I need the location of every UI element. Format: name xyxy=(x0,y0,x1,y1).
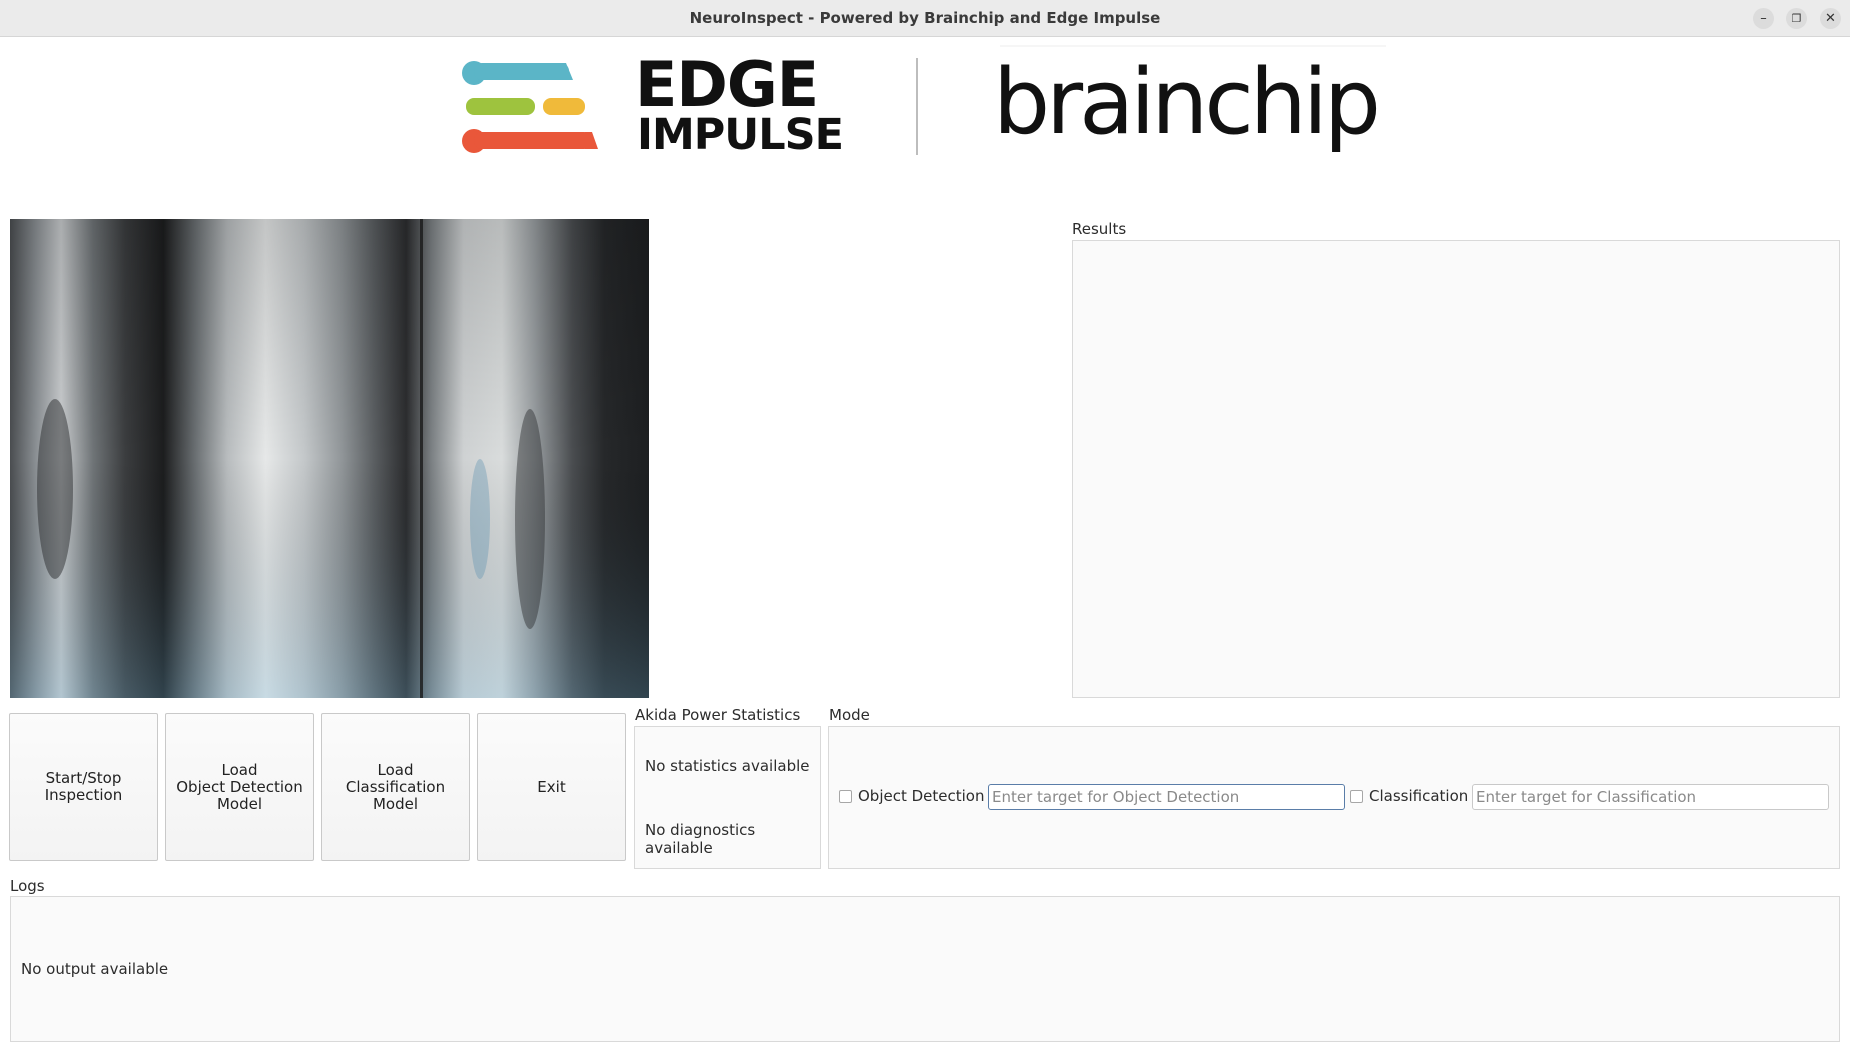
power-statistics-label: Akida Power Statistics xyxy=(635,706,801,724)
object-detection-checkbox[interactable] xyxy=(839,790,852,803)
statistics-text: No statistics available xyxy=(645,757,810,775)
minimize-icon[interactable]: – xyxy=(1753,8,1774,29)
logs-output-text: No output available xyxy=(21,960,169,978)
edge-impulse-logo-icon xyxy=(462,45,1386,155)
logs-label: Logs xyxy=(10,877,45,895)
logo-banner: EDGE IMPULSE brainchip xyxy=(0,38,1850,188)
load-object-detection-model-button[interactable]: Load Object Detection Model xyxy=(165,713,314,861)
camera-feed xyxy=(10,219,649,698)
edge-impulse-wordmark-line2: IMPULSE xyxy=(637,110,844,160)
close-icon[interactable]: ✕ xyxy=(1820,8,1841,29)
classification-label: Classification xyxy=(1369,787,1469,805)
object-detection-label: Object Detection xyxy=(858,787,985,805)
logs-panel: No output available xyxy=(10,896,1840,1042)
restore-icon[interactable]: ❐ xyxy=(1786,8,1807,29)
start-stop-inspection-button[interactable]: Start/Stop Inspection xyxy=(9,713,158,861)
exit-button[interactable]: Exit xyxy=(477,713,626,861)
title-bar: NeuroInspect - Powered by Brainchip and … xyxy=(0,0,1850,37)
object-detection-target-input[interactable] xyxy=(988,784,1345,810)
load-classification-model-button[interactable]: Load Classification Model xyxy=(321,713,470,861)
edge-impulse-wordmark-line1: EDGE xyxy=(635,48,819,121)
results-label: Results xyxy=(1072,220,1127,238)
results-panel xyxy=(1072,240,1840,698)
mode-label: Mode xyxy=(829,706,870,724)
diagnostics-text: No diagnostics available xyxy=(645,821,756,857)
power-statistics-panel: No statistics available No diagnostics a… xyxy=(634,726,821,869)
classification-checkbox[interactable] xyxy=(1350,790,1363,803)
window-title: NeuroInspect - Powered by Brainchip and … xyxy=(689,9,1161,27)
mode-panel: Object Detection Classification xyxy=(828,726,1840,869)
brainchip-logo: brainchip xyxy=(993,50,1381,155)
classification-target-input[interactable] xyxy=(1472,784,1829,810)
